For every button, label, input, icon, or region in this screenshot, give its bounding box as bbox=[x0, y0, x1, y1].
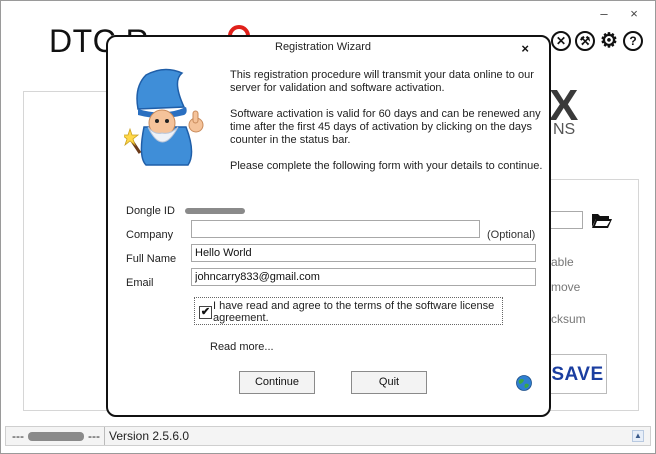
minimize-button[interactable]: – bbox=[597, 7, 611, 21]
agree-checkbox[interactable]: ✔ bbox=[199, 306, 212, 319]
globe-icon[interactable] bbox=[516, 375, 532, 391]
brand-sub: NS bbox=[553, 121, 576, 138]
close-window-button[interactable]: × bbox=[627, 7, 641, 21]
dialog-close-button[interactable]: × bbox=[521, 41, 529, 56]
status-dash-left: --- bbox=[12, 429, 24, 443]
help-icon[interactable]: ? bbox=[623, 31, 643, 51]
quit-button[interactable]: Quit bbox=[351, 371, 427, 394]
email-label: Email bbox=[126, 277, 154, 289]
gear-icon[interactable]: ⚙ bbox=[599, 31, 619, 51]
save-button[interactable]: SAVE bbox=[549, 354, 607, 394]
optional-label: (Optional) bbox=[487, 229, 536, 241]
left-panel bbox=[23, 91, 113, 411]
option-label-3: cksum bbox=[551, 312, 586, 326]
option-label-2: move bbox=[551, 280, 581, 294]
company-field[interactable] bbox=[191, 220, 480, 238]
continue-button[interactable]: Continue bbox=[239, 371, 315, 394]
dialog-title: Registration Wizard bbox=[275, 41, 371, 53]
wizard-mascot-icon bbox=[124, 68, 204, 166]
intro-paragraph-1: This registration procedure will transmi… bbox=[230, 69, 534, 94]
status-days-counter[interactable]: --- --- bbox=[6, 427, 105, 445]
wrench-screwdriver-icon[interactable]: ✕ bbox=[551, 31, 571, 51]
option-label-1: able bbox=[551, 255, 574, 269]
dongle-id-label: Dongle ID bbox=[126, 205, 175, 217]
window-controls: – × bbox=[597, 7, 641, 21]
intro-text: This registration procedure will transmi… bbox=[230, 69, 548, 186]
path-input[interactable] bbox=[549, 211, 583, 229]
folder-open-icon[interactable] bbox=[591, 211, 613, 229]
email-field[interactable] bbox=[191, 268, 536, 286]
intro-paragraph-2: Software activation is valid for 60 days… bbox=[230, 108, 541, 146]
license-agreement-row: ✔ I have read and agree to the terms of … bbox=[194, 297, 503, 325]
status-version: Version 2.5.6.0 bbox=[109, 429, 190, 443]
status-dash-right: --- bbox=[88, 429, 100, 443]
redacted-value bbox=[28, 431, 84, 441]
company-label: Company bbox=[126, 229, 174, 241]
status-bar: --- --- Version 2.5.6.0 ▲ bbox=[5, 426, 651, 446]
scroll-up-icon[interactable]: ▲ bbox=[632, 430, 644, 442]
registration-dialog: Registration Wizard × This registration … bbox=[106, 35, 551, 417]
intro-paragraph-3: Please complete the following form with … bbox=[230, 160, 543, 172]
tools-icon[interactable]: ⚒ bbox=[575, 31, 595, 51]
dongle-id-value bbox=[185, 208, 245, 214]
read-more-link[interactable]: Read more... bbox=[210, 341, 274, 353]
fullname-label: Full Name bbox=[126, 253, 177, 265]
fullname-field[interactable] bbox=[191, 244, 536, 262]
toolbar-icons: ✕ ⚒ ⚙ ? bbox=[551, 31, 643, 51]
agree-label[interactable]: I have read and agree to the terms of th… bbox=[213, 300, 503, 324]
